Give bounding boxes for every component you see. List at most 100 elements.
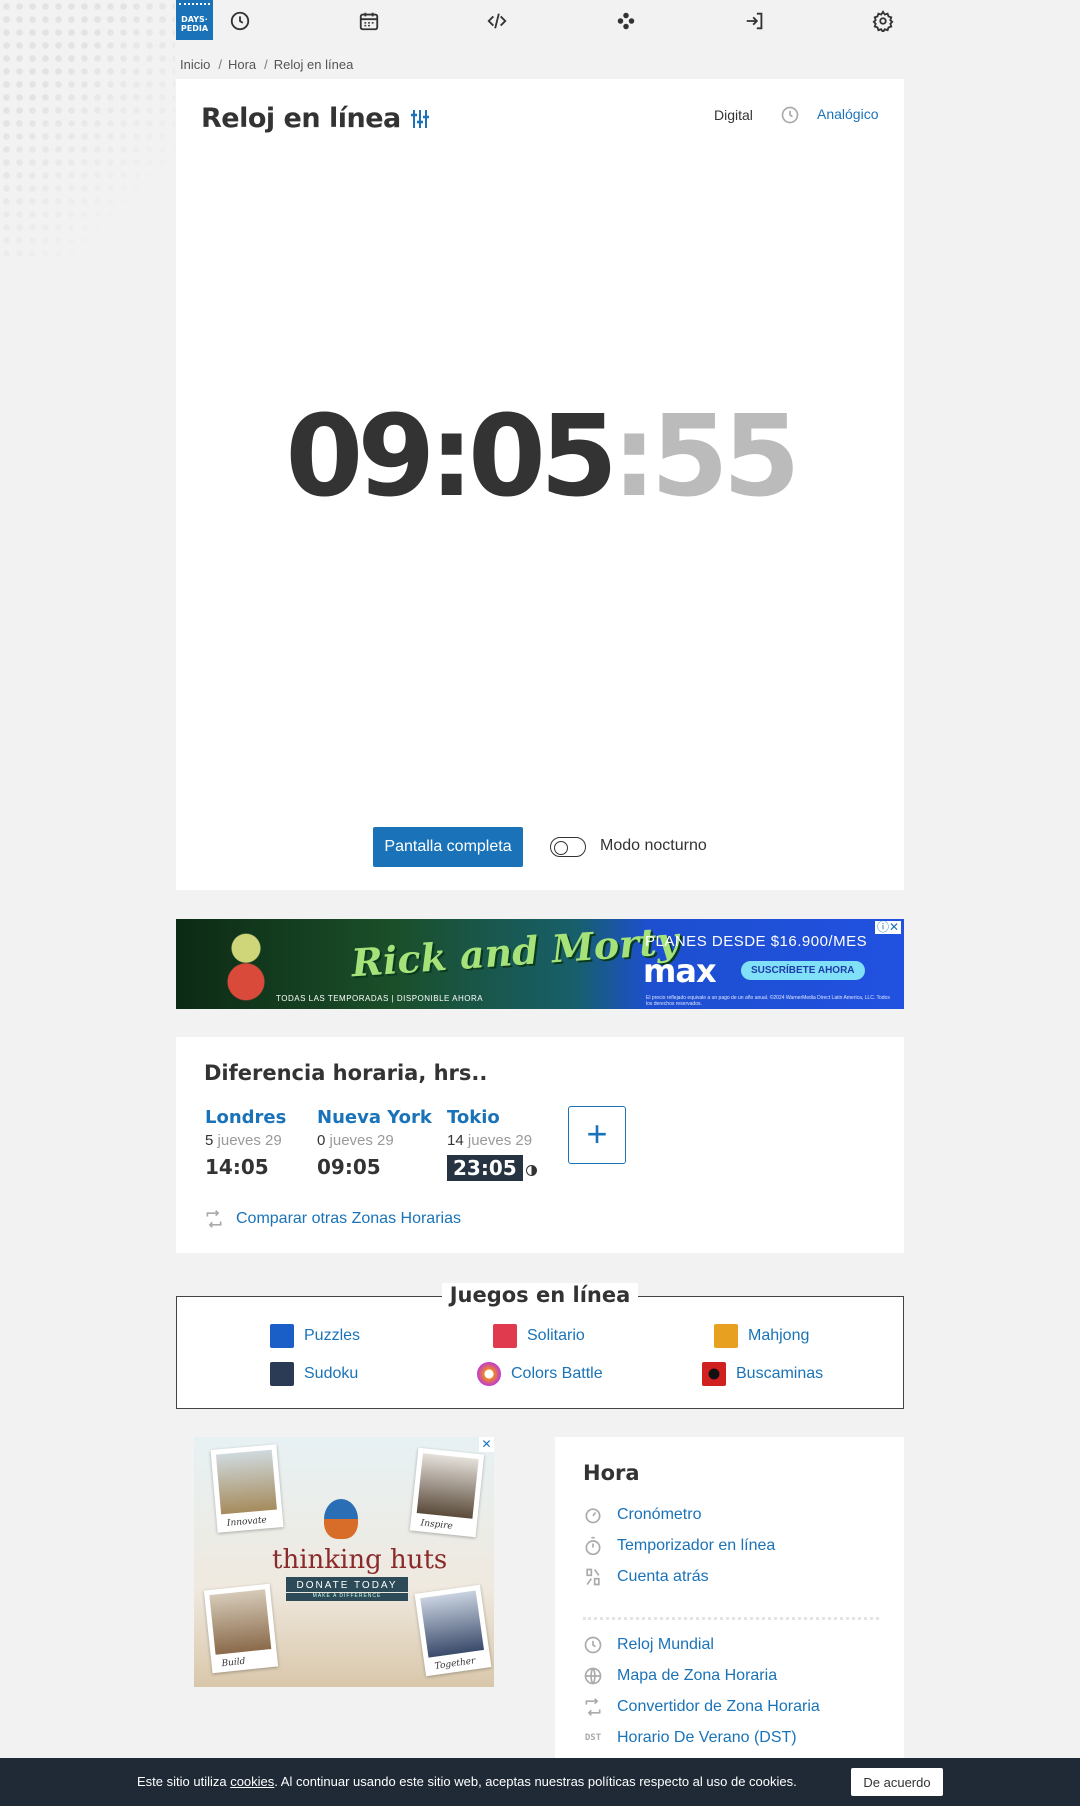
cookie-accept-button[interactable]: De acuerdo: [851, 1768, 943, 1796]
ad-headline: Rick and Morty: [349, 919, 680, 986]
city-time: 09:05: [317, 1155, 381, 1179]
settings-sliders-icon[interactable]: [408, 107, 432, 131]
ad-tagline: TODAS LAS TEMPORADAS | DISPONIBLE AHORA: [276, 994, 484, 1003]
site-logo[interactable]: DAYS· PEDIA: [176, 0, 213, 40]
digital-clock-display: 09:05:55: [176, 401, 904, 513]
online-games-box: Juegos en línea Puzzles Solitario Mahjon…: [176, 1283, 904, 1409]
divider: [583, 1617, 879, 1620]
link-timer[interactable]: Temporizador en línea: [583, 1536, 775, 1556]
city-time: 23:05: [447, 1155, 523, 1181]
login-icon[interactable]: [744, 10, 766, 32]
fullscreen-button[interactable]: Pantalla completa: [373, 827, 523, 867]
city-name[interactable]: Nueva York: [317, 1107, 432, 1128]
colors-battle-icon: [477, 1362, 501, 1386]
clock-seconds: :55: [611, 392, 801, 522]
kingfisher-logo: [324, 1499, 358, 1539]
city-time: 14:05: [205, 1155, 269, 1179]
mahjong-icon: [714, 1324, 738, 1348]
puzzles-icon: [270, 1324, 294, 1348]
cookie-message: Este sitio utiliza cookies. Al continuar…: [137, 1774, 797, 1789]
city-offset: 14 jueves 29: [447, 1132, 533, 1149]
game-solitaire[interactable]: Solitario: [493, 1324, 585, 1348]
link-dst[interactable]: DST Horario De Verano (DST): [583, 1728, 797, 1748]
city-name[interactable]: Londres: [205, 1107, 286, 1128]
game-puzzles[interactable]: Puzzles: [270, 1324, 360, 1348]
time-links-title: Hora: [583, 1461, 640, 1485]
decorative-dots: [0, 0, 175, 260]
ad-banner-side[interactable]: Innovate Inspire Build Together thinking…: [194, 1437, 494, 1687]
night-mode-label: Modo nocturno: [600, 837, 707, 854]
time-links-card: Hora Cronómetro Temporizador en línea Cu…: [555, 1437, 904, 1806]
breadcrumb-current: Reloj en línea: [273, 57, 354, 72]
time-difference-card: Diferencia horaria, hrs.. Londres 5 juev…: [176, 1037, 904, 1253]
ad-photo: Together: [414, 1584, 492, 1677]
cookies-link[interactable]: cookies: [230, 1774, 274, 1789]
games-title: Juegos en línea: [441, 1283, 639, 1307]
clock-card: Reloj en línea Digital Analógico 09:05:5…: [176, 79, 904, 890]
ad2-cta[interactable]: DONATE TODAY: [286, 1577, 408, 1592]
city-offset: 0 jueves 29: [317, 1132, 394, 1149]
add-city-button[interactable]: +: [568, 1106, 626, 1164]
stopwatch-icon: [583, 1505, 603, 1525]
solitaire-icon: [493, 1324, 517, 1348]
city-tokyo: Tokio 14 jueves 29 23:05: [447, 1107, 537, 1181]
link-countdown[interactable]: Cuenta atrás: [583, 1567, 709, 1587]
night-mode-toggle[interactable]: [550, 837, 586, 857]
ad-close-icon[interactable]: ⓘ✕: [874, 921, 901, 934]
compare-timezones-label: Comparar otras Zonas Horarias: [236, 1210, 461, 1228]
time-difference-title: Diferencia horaria, hrs..: [204, 1061, 488, 1085]
top-nav: DAYS· PEDIA: [176, 0, 904, 42]
clock-hours-minutes: 09:05: [285, 392, 618, 522]
breadcrumb-hora[interactable]: Hora: [228, 57, 256, 72]
city-london: Londres 5 jueves 29 14:05: [205, 1107, 286, 1179]
ad-banner-top[interactable]: Rick and Morty TODAS LAS TEMPORADAS | DI…: [176, 919, 904, 1009]
game-minesweeper[interactable]: Buscaminas: [702, 1362, 823, 1386]
compare-timezones-link[interactable]: Comparar otras Zonas Horarias: [204, 1209, 461, 1229]
link-timezone-converter[interactable]: Convertidor de Zona Horaria: [583, 1697, 820, 1717]
games-icon[interactable]: [615, 10, 637, 32]
link-timezone-map[interactable]: Mapa de Zona Horaria: [583, 1666, 777, 1686]
ad-photo: Build: [203, 1583, 279, 1674]
ad-close-icon[interactable]: ✕: [479, 1437, 494, 1452]
ad2-brand: thinking huts: [272, 1545, 448, 1575]
calendar-icon[interactable]: [358, 10, 380, 32]
night-moon-icon: [525, 1165, 537, 1177]
city-offset: 5 jueves 29: [205, 1132, 282, 1149]
analog-clock-icon: [780, 105, 800, 125]
minesweeper-icon: [702, 1362, 726, 1386]
ad-brand: max: [643, 952, 717, 990]
sudoku-icon: [270, 1362, 294, 1386]
ad-offer: PLANES DESDE $16.900/MES: [645, 933, 868, 950]
breadcrumb: Inicio / Hora / Reloj en línea: [180, 57, 354, 72]
logo-line-1: DAYS·: [181, 15, 208, 24]
breadcrumb-home[interactable]: Inicio: [180, 57, 210, 72]
clock-icon: [583, 1635, 603, 1655]
ad-photo: Inspire: [409, 1447, 485, 1538]
ad2-sub: MAKE A DIFFERENCE: [286, 1593, 408, 1601]
city-new-york: Nueva York 0 jueves 29 09:05: [317, 1107, 432, 1179]
countdown-icon: [583, 1567, 603, 1587]
mode-analog-link[interactable]: Analógico: [817, 106, 879, 122]
timer-icon: [583, 1536, 603, 1556]
page-title: Reloj en línea: [201, 103, 401, 134]
city-name[interactable]: Tokio: [447, 1107, 537, 1128]
logo-line-2: PEDIA: [180, 24, 209, 33]
link-stopwatch[interactable]: Cronómetro: [583, 1505, 701, 1525]
game-colors-battle[interactable]: Colors Battle: [477, 1362, 603, 1386]
ad-fine-print: El precio reflejado equivale a un pago d…: [646, 995, 890, 1007]
gear-icon[interactable]: [872, 10, 894, 32]
convert-icon: [583, 1697, 603, 1717]
dst-icon: DST: [584, 1733, 602, 1743]
ad-photo: Innovate: [210, 1444, 284, 1533]
clock-icon[interactable]: [229, 10, 251, 32]
ad-character-image: [216, 923, 276, 1007]
game-mahjong[interactable]: Mahjong: [714, 1324, 809, 1348]
code-icon[interactable]: [486, 10, 508, 32]
game-sudoku[interactable]: Sudoku: [270, 1362, 358, 1386]
convert-icon: [204, 1209, 224, 1229]
link-world-clock[interactable]: Reloj Mundial: [583, 1635, 714, 1655]
cookie-banner: Este sitio utiliza cookies. Al continuar…: [0, 1758, 1080, 1806]
globe-icon: [583, 1666, 603, 1686]
ad-cta-button[interactable]: SUSCRÍBETE AHORA: [741, 961, 865, 980]
mode-digital[interactable]: Digital: [714, 107, 753, 123]
